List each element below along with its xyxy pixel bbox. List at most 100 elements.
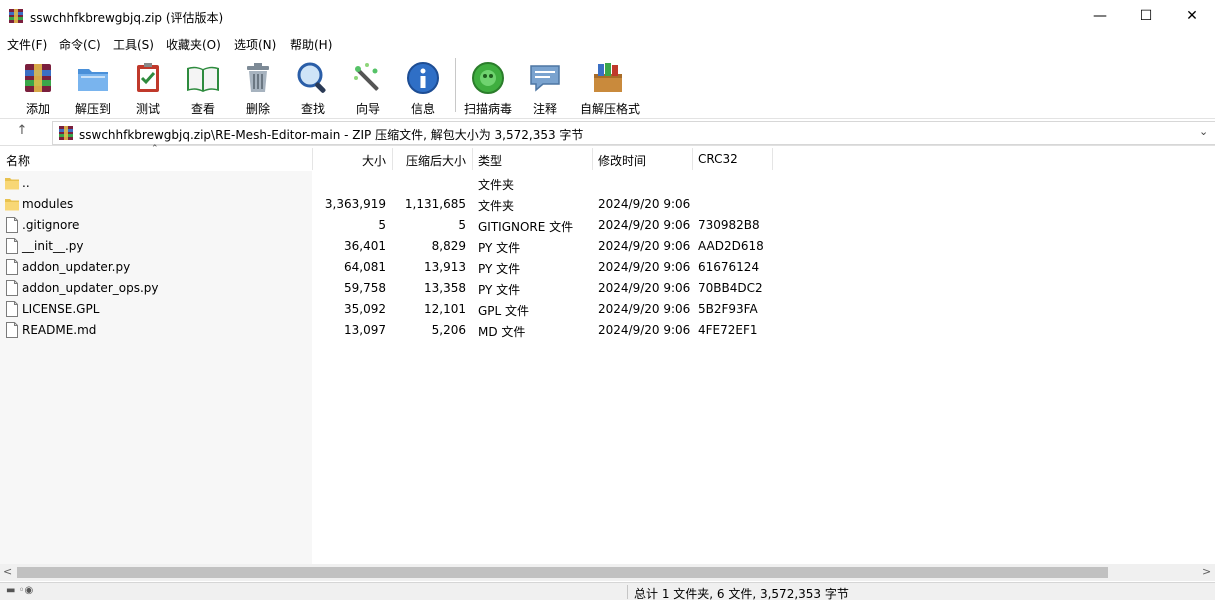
comment-button[interactable]: 注释 xyxy=(517,57,573,116)
file-row[interactable]: modules 3,363,919 1,131,685 文件夹 2024/9/20 9:… xyxy=(0,194,1215,215)
file-name: .. xyxy=(22,176,30,190)
add-archive-icon xyxy=(25,64,51,92)
status-summary: 总计 1 文件夹, 6 文件, 3,572,353 字节 xyxy=(634,587,849,600)
file-type: GITIGNORE 文件 xyxy=(478,220,574,234)
column-packed-size[interactable]: 压缩后大小 xyxy=(406,152,466,169)
file-name: LICENSE.GPL xyxy=(22,302,100,316)
file-name: __init__.py xyxy=(22,239,84,253)
info-icon xyxy=(407,62,439,94)
file-row[interactable]: addon_updater_ops.py 59,758 13,358 PY 文件 202… xyxy=(0,278,1215,299)
maximize-button[interactable]: ☐ xyxy=(1123,0,1169,32)
menu-help[interactable]: 帮助(H) xyxy=(290,36,332,53)
delete-button[interactable]: 删除 xyxy=(230,57,286,116)
menu-favorites[interactable]: 收藏夹(O) xyxy=(166,36,221,53)
file-type: GPL 文件 xyxy=(478,304,530,318)
menu-tools[interactable]: 工具(S) xyxy=(113,36,154,53)
virus-scan-button[interactable]: 扫描病毒 xyxy=(460,57,516,116)
file-row[interactable]: .. 文件夹 xyxy=(0,173,1215,194)
find-label: 查找 xyxy=(300,102,325,116)
wizard-button[interactable]: 向导 xyxy=(340,57,396,116)
menu-commands[interactable]: 命令(C) xyxy=(59,36,101,53)
minimize-button[interactable]: — xyxy=(1077,0,1123,32)
file-crc32: 61676124 xyxy=(698,260,760,274)
delete-label: 删除 xyxy=(245,102,270,116)
test-button[interactable]: 测试 xyxy=(120,57,176,116)
test-icon xyxy=(137,63,159,92)
file-icon xyxy=(6,259,18,275)
column-name[interactable]: 名称 xyxy=(6,152,30,169)
file-packed-size: 13,358 xyxy=(424,281,466,295)
file-name: README.md xyxy=(22,323,97,337)
file-modified: 2024/9/20 9:06 xyxy=(598,197,691,211)
file-packed-size: 5,206 xyxy=(431,323,466,337)
file-row[interactable]: addon_updater.py 64,081 13,913 PY 文件 2024/9/… xyxy=(0,257,1215,278)
column-divider[interactable] xyxy=(772,148,773,170)
file-icon xyxy=(6,280,18,296)
extract-to-label: 解压到 xyxy=(74,102,111,116)
menu-options[interactable]: 选项(N) xyxy=(234,36,276,53)
scroll-left-icon[interactable]: < xyxy=(3,565,12,578)
file-modified: 2024/9/20 9:06 xyxy=(598,239,691,253)
file-packed-size: 5 xyxy=(458,218,466,232)
column-divider[interactable] xyxy=(472,148,473,170)
extract-to-button[interactable]: 解压到 xyxy=(65,57,121,116)
delete-icon xyxy=(247,63,269,92)
file-name: addon_updater.py xyxy=(22,260,131,274)
file-name: modules xyxy=(22,197,74,211)
column-type[interactable]: 类型 xyxy=(478,152,502,169)
file-size: 5 xyxy=(378,218,386,232)
file-icon xyxy=(6,301,18,317)
file-name: .gitignore xyxy=(22,218,80,232)
archive-icon xyxy=(59,126,73,140)
file-type: PY 文件 xyxy=(478,262,521,276)
info-button[interactable]: 信息 xyxy=(395,57,451,116)
file-modified: 2024/9/20 9:06 xyxy=(598,281,691,295)
sfx-icon xyxy=(594,63,622,92)
file-type: 文件夹 xyxy=(478,199,515,213)
file-icon xyxy=(6,322,18,338)
file-crc32: 4FE72EF1 xyxy=(698,323,758,337)
file-row[interactable]: __init__.py 36,401 8,829 PY 文件 2024/9/20 9:0… xyxy=(0,236,1215,257)
address-dropdown-icon[interactable]: ⌄ xyxy=(1199,125,1208,138)
wizard-icon xyxy=(354,63,379,91)
file-packed-size: 13,913 xyxy=(424,260,466,274)
column-divider[interactable] xyxy=(692,148,693,170)
address-bar: ↑ sswchhfkbrewgbjq.zip\RE-Mesh-Editor-ma… xyxy=(0,120,1215,146)
virus-scan-icon xyxy=(472,62,504,94)
column-divider[interactable] xyxy=(392,148,393,170)
toolbar-separator xyxy=(455,58,456,112)
scroll-right-icon[interactable]: > xyxy=(1202,565,1211,578)
menu-file[interactable]: 文件(F) xyxy=(7,36,47,53)
file-name: addon_updater_ops.py xyxy=(22,281,159,295)
up-one-level-button[interactable]: ↑ xyxy=(12,123,32,143)
sort-ascending-icon: ⌃ xyxy=(151,144,159,154)
folder-icon xyxy=(5,199,19,211)
file-modified: 2024/9/20 9:06 xyxy=(598,302,691,316)
scrollbar-thumb[interactable] xyxy=(17,567,1108,578)
test-label: 测试 xyxy=(135,102,160,116)
file-packed-size: 8,829 xyxy=(431,239,466,253)
file-list: .. 文件夹 modules 3,363,919 1,131,685 文件夹 2024/9/… xyxy=(0,171,1215,564)
status-drive-icon[interactable]: ▬ ◦◉ xyxy=(6,585,33,596)
column-size[interactable]: 大小 xyxy=(362,152,386,169)
add-button[interactable]: 添加 xyxy=(10,57,66,116)
sfx-button[interactable]: 自解压格式 xyxy=(580,57,640,116)
column-divider[interactable] xyxy=(312,148,313,170)
horizontal-scrollbar[interactable]: < > xyxy=(0,564,1215,581)
column-crc32[interactable]: CRC32 xyxy=(698,152,738,166)
column-divider[interactable] xyxy=(592,148,593,170)
file-modified: 2024/9/20 9:06 xyxy=(598,323,691,337)
file-row[interactable]: LICENSE.GPL 35,092 12,101 GPL 文件 2024/9/20 9… xyxy=(0,299,1215,320)
view-button[interactable]: 查看 xyxy=(175,57,231,116)
status-bar: ▬ ◦◉ 总计 1 文件夹, 6 文件, 3,572,353 字节 xyxy=(0,582,1215,600)
file-size: 13,097 xyxy=(344,323,386,337)
find-button[interactable]: 查找 xyxy=(285,57,341,116)
info-label: 信息 xyxy=(410,102,435,116)
file-row[interactable]: README.md 13,097 5,206 MD 文件 2024/9/20 9:06 4… xyxy=(0,320,1215,341)
comment-icon xyxy=(530,65,560,92)
column-modified[interactable]: 修改时间 xyxy=(598,152,646,169)
file-row[interactable]: .gitignore 5 5 GITIGNORE 文件 2024/9/20 9:06 73… xyxy=(0,215,1215,236)
close-button[interactable]: ✕ xyxy=(1169,0,1215,32)
file-icon xyxy=(6,217,18,233)
address-path-field[interactable]: sswchhfkbrewgbjq.zip\RE-Mesh-Editor-main… xyxy=(52,121,1215,145)
